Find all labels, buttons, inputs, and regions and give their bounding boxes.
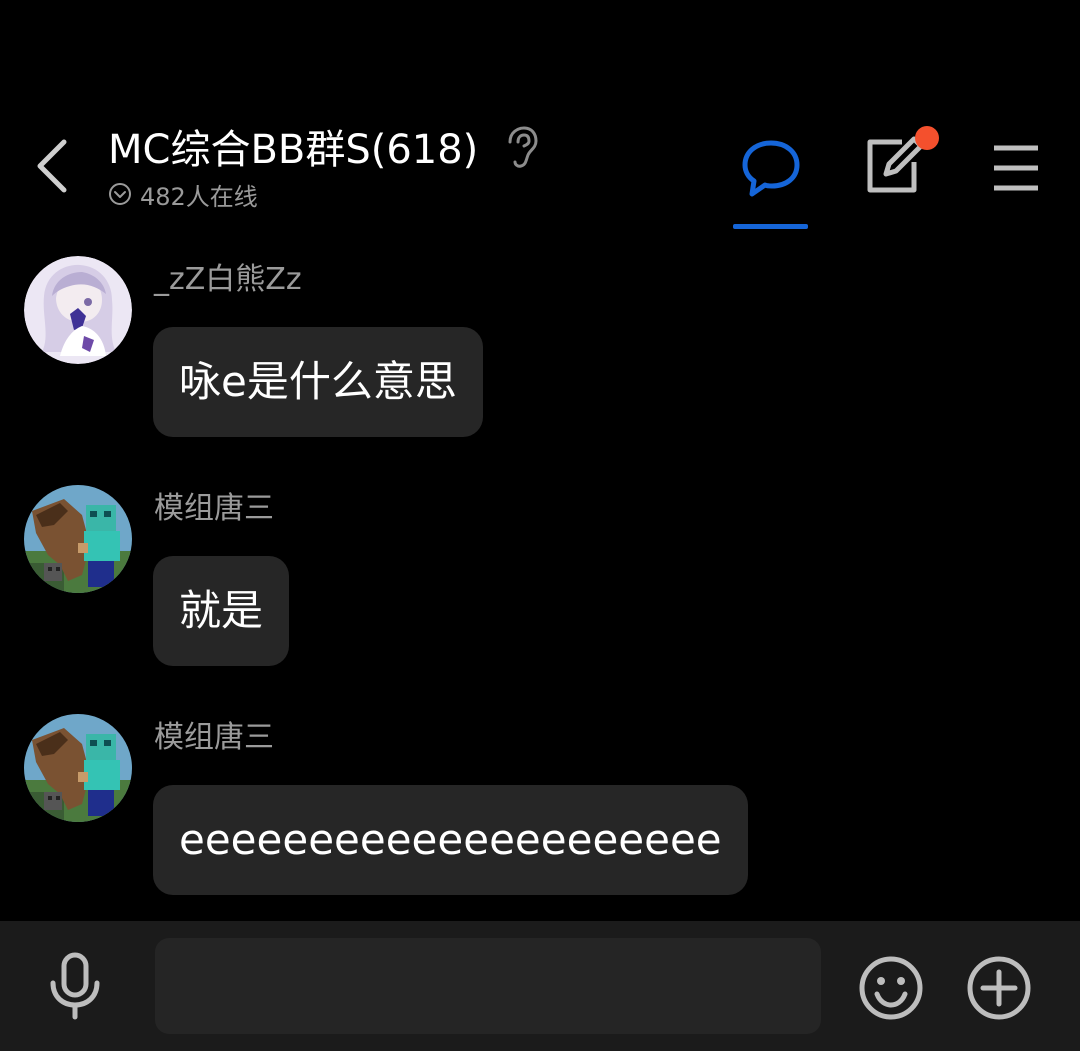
- tab-chat[interactable]: [733, 132, 808, 232]
- group-title[interactable]: MC综合BB群S(618): [108, 124, 478, 176]
- minecraft-avatar: [24, 714, 132, 822]
- avatar[interactable]: [24, 714, 132, 822]
- back-arrow-icon: [37, 139, 67, 193]
- microphone-icon[interactable]: [40, 951, 110, 1021]
- chat-screen: MC综合BB群S(618) 482人在线 _zZ白熊Zz 咏e是什么意思 模组唐…: [0, 0, 1080, 1051]
- anime-girl-avatar: [24, 256, 132, 364]
- sender-name[interactable]: 模组唐三: [154, 720, 274, 756]
- ear-icon[interactable]: [500, 124, 540, 170]
- chevron-down-circle-icon: [109, 183, 131, 205]
- input-bar: [0, 921, 1080, 1051]
- sender-name[interactable]: 模组唐三: [154, 491, 274, 527]
- message-input[interactable]: [155, 938, 821, 1034]
- notification-dot: [915, 126, 939, 150]
- active-tab-indicator: [733, 224, 808, 229]
- plus-circle-icon[interactable]: [966, 955, 1032, 1021]
- chat-bubble-icon: [742, 140, 800, 197]
- online-status[interactable]: 482人在线: [108, 178, 258, 211]
- message-bubble[interactable]: eeeeeeeeeeeeeeeeeeeee: [153, 785, 748, 895]
- sender-name[interactable]: _zZ白熊Zz: [154, 262, 302, 298]
- chat-header: MC综合BB群S(618) 482人在线: [0, 0, 1080, 240]
- message-list[interactable]: _zZ白熊Zz 咏e是什么意思 模组唐三 就是 模组唐三 eeeeeeeeeee…: [0, 240, 1080, 920]
- avatar[interactable]: [24, 485, 132, 593]
- smiley-icon[interactable]: [858, 955, 924, 1021]
- message-bubble[interactable]: 咏e是什么意思: [153, 327, 483, 437]
- compose-button[interactable]: [862, 126, 942, 206]
- menu-icon[interactable]: [988, 140, 1044, 196]
- minecraft-avatar: [24, 485, 132, 593]
- back-button[interactable]: [22, 130, 82, 202]
- online-count: 482人在线: [140, 182, 258, 211]
- message-bubble[interactable]: 就是: [153, 556, 290, 666]
- avatar[interactable]: [24, 256, 132, 364]
